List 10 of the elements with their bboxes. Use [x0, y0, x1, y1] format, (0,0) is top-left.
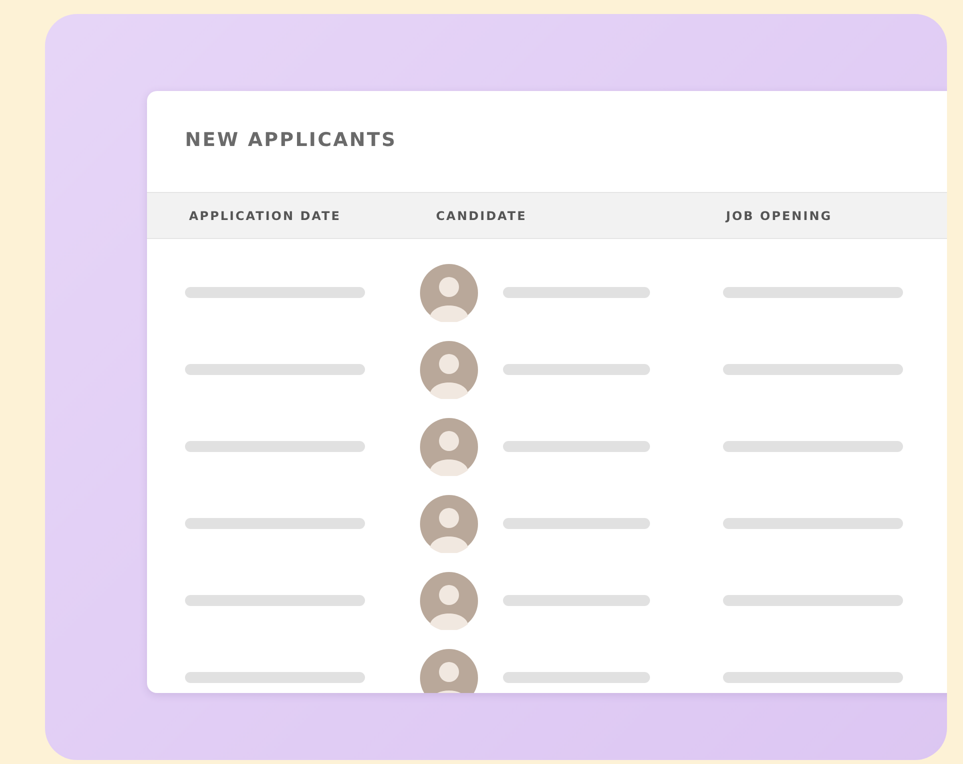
avatar-silhouette — [420, 264, 478, 322]
column-header: JOB OPENING — [726, 208, 832, 222]
avatar-silhouette — [420, 494, 478, 552]
avatar-silhouette — [420, 418, 478, 476]
column-header: CANDIDATE — [436, 208, 527, 222]
card-title: NEW APPLICANTS — [184, 128, 398, 153]
avatar-silhouette — [420, 572, 478, 630]
avatar-silhouette — [420, 340, 478, 398]
column-header: APPLICATION DATE — [189, 208, 341, 222]
avatar-silhouette — [420, 648, 478, 693]
